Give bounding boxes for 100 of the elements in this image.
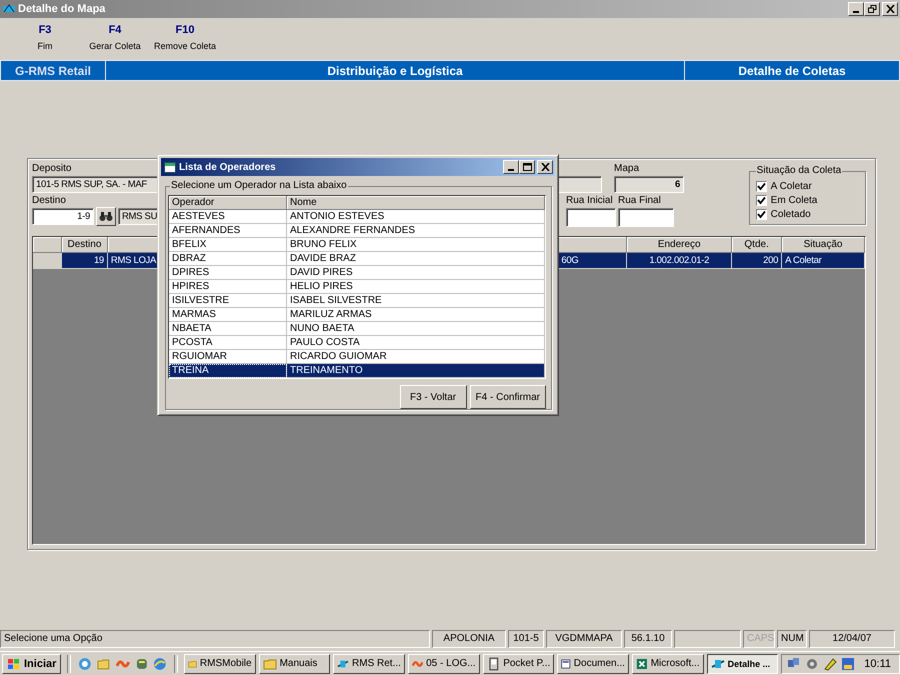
windows-logo-icon — [7, 658, 21, 670]
browser-icon[interactable] — [78, 656, 92, 670]
pencil-icon[interactable] — [823, 656, 838, 670]
clock: 10:11 — [864, 658, 891, 670]
status-panel: APOLONIA — [432, 630, 506, 648]
table-cell: 1.002.002.01-2 — [627, 253, 732, 269]
status-panel: 101-5 — [508, 630, 544, 648]
app-logo-icon — [2, 3, 16, 15]
column-header: Destino — [62, 237, 108, 253]
document-icon — [561, 656, 571, 670]
table-cell: RMS LOJA — [110, 254, 156, 267]
taskbar-button[interactable]: Documen... — [557, 654, 629, 674]
banner-title: Distribuição e Logística — [106, 60, 685, 81]
list-row[interactable]: PCOSTA PAULO COSTA — [169, 336, 545, 350]
list-row[interactable]: AFERNANDES ALEXANDRE FERNANDES — [169, 224, 545, 238]
field-label: Rua Inicial — [566, 195, 613, 207]
taskbar-button[interactable]: RMSMobile — [184, 654, 256, 674]
restore-button[interactable] — [864, 2, 880, 16]
group-title: Selecione um Operador na Lista abaixo — [170, 180, 348, 192]
table-cell: DAVID PIRES — [287, 266, 545, 280]
taskbar-button[interactable]: 05 - LOG... — [408, 654, 480, 674]
minimize-button[interactable] — [848, 2, 864, 16]
taskbar-button[interactable]: Detalhe ... — [706, 654, 778, 674]
list-row[interactable]: DPIRES DAVID PIRES — [169, 266, 545, 280]
list-row[interactable]: HPIRES HELIO PIRES — [169, 280, 545, 294]
status-message: Selecione uma Opção — [0, 630, 430, 648]
status-panel: VGDMMAPA — [546, 630, 622, 648]
table-cell: AFERNANDES — [169, 224, 287, 238]
start-button[interactable]: Iniciar — [2, 654, 62, 674]
field-label: Deposito — [32, 163, 72, 175]
taskbar-button[interactable]: Microsoft... — [632, 654, 704, 674]
taskbar-button[interactable]: Pocket P... — [482, 654, 554, 674]
checkbox[interactable] — [756, 209, 767, 220]
list-row[interactable]: MARMAS MARILUZ ARMAS — [169, 308, 545, 322]
handheld-icon — [486, 656, 500, 670]
table-cell: MARILUZ ARMAS — [287, 308, 545, 322]
speaker-icon[interactable] — [805, 656, 820, 670]
table-cell: HPIRES — [169, 280, 287, 294]
column-header: Operador — [169, 196, 287, 210]
table-cell: A Coletar — [782, 253, 865, 269]
function-key[interactable]: F3 — [38, 24, 52, 36]
column-header: Qtde. — [732, 237, 782, 253]
binoculars-icon — [99, 211, 113, 222]
list-row[interactable]: ISILVESTRE ISABEL SILVESTRE — [169, 294, 545, 308]
table-cell: AESTEVES — [169, 210, 287, 224]
street-field[interactable] — [618, 208, 674, 227]
table-cell: PAULO COSTA — [287, 336, 545, 350]
field-label: Mapa — [614, 163, 640, 175]
checkbox-label[interactable]: Coletado — [770, 209, 811, 220]
row-indicator — [33, 253, 62, 269]
function-label[interactable]: Gerar Coleta — [89, 41, 141, 51]
checkbox-label[interactable]: A Coletar — [770, 181, 812, 192]
status-panel: 56.1.10 — [624, 630, 672, 648]
list-row[interactable]: NBAETA NUNO BAETA — [169, 322, 545, 336]
status-panel: NUM — [777, 630, 807, 648]
table-cell: DAVIDE BRAZ — [287, 252, 545, 266]
function-key[interactable]: F4 — [108, 24, 122, 36]
checkbox[interactable] — [756, 195, 767, 206]
taskbar-button[interactable]: RMS Ret... — [333, 654, 405, 674]
banner-title: G-RMS Retail — [0, 60, 106, 81]
status-panel: 12/04/07 — [809, 630, 895, 648]
column-header: Endereço — [627, 237, 732, 253]
list-row[interactable]: BFELIX BRUNO FELIX — [169, 238, 545, 252]
column-header: Nome — [287, 196, 545, 210]
function-label[interactable]: Remove Coleta — [154, 41, 216, 51]
dialog-title: Lista de Operadores — [179, 162, 277, 172]
list-row[interactable]: TREINA TREINAMENTO — [169, 364, 545, 378]
status-panel — [674, 630, 741, 648]
table-cell: DBRAZ — [169, 252, 287, 266]
checkbox[interactable] — [756, 181, 767, 192]
street-field[interactable] — [566, 208, 616, 227]
maximize-button[interactable] — [519, 160, 535, 174]
table-cell: ANTONIO ESTEVES — [287, 210, 545, 224]
maximize-icon — [522, 163, 532, 171]
close-icon — [886, 5, 894, 13]
table-cell: TREINA — [169, 364, 287, 378]
table-cell: 19 — [62, 253, 108, 269]
window-icon — [164, 162, 176, 172]
dialog-button[interactable]: F4 - Confirmar — [470, 385, 546, 409]
map-field[interactable]: 6 — [614, 176, 684, 193]
search-button[interactable] — [96, 207, 116, 226]
field-label: Destino — [32, 195, 66, 207]
destination-code-field[interactable]: 1-9 — [32, 208, 94, 225]
table-cell: 200 — [732, 253, 782, 269]
minimize-button[interactable] — [503, 160, 519, 174]
list-row[interactable]: AESTEVES ANTONIO ESTEVES — [169, 210, 545, 224]
window-title: Detalhe do Mapa — [18, 3, 106, 15]
close-button[interactable] — [882, 2, 898, 16]
function-label[interactable]: Fim — [38, 41, 52, 51]
function-key[interactable]: F10 — [176, 24, 194, 36]
close-button[interactable] — [537, 160, 553, 174]
checkbox-label[interactable]: Em Coleta — [770, 195, 818, 206]
list-row[interactable]: DBRAZ DAVIDE BRAZ — [169, 252, 545, 266]
table-cell: ISABEL SILVESTRE — [287, 294, 545, 308]
table-cell: ALEXANDRE FERNANDES — [287, 224, 545, 238]
field-label: Rua Final — [618, 195, 661, 207]
taskbar-button[interactable]: Manuais — [258, 654, 330, 674]
close-icon — [540, 163, 550, 171]
dialog-button[interactable]: F3 - Voltar — [400, 385, 467, 409]
table-cell: DPIRES — [169, 266, 287, 280]
